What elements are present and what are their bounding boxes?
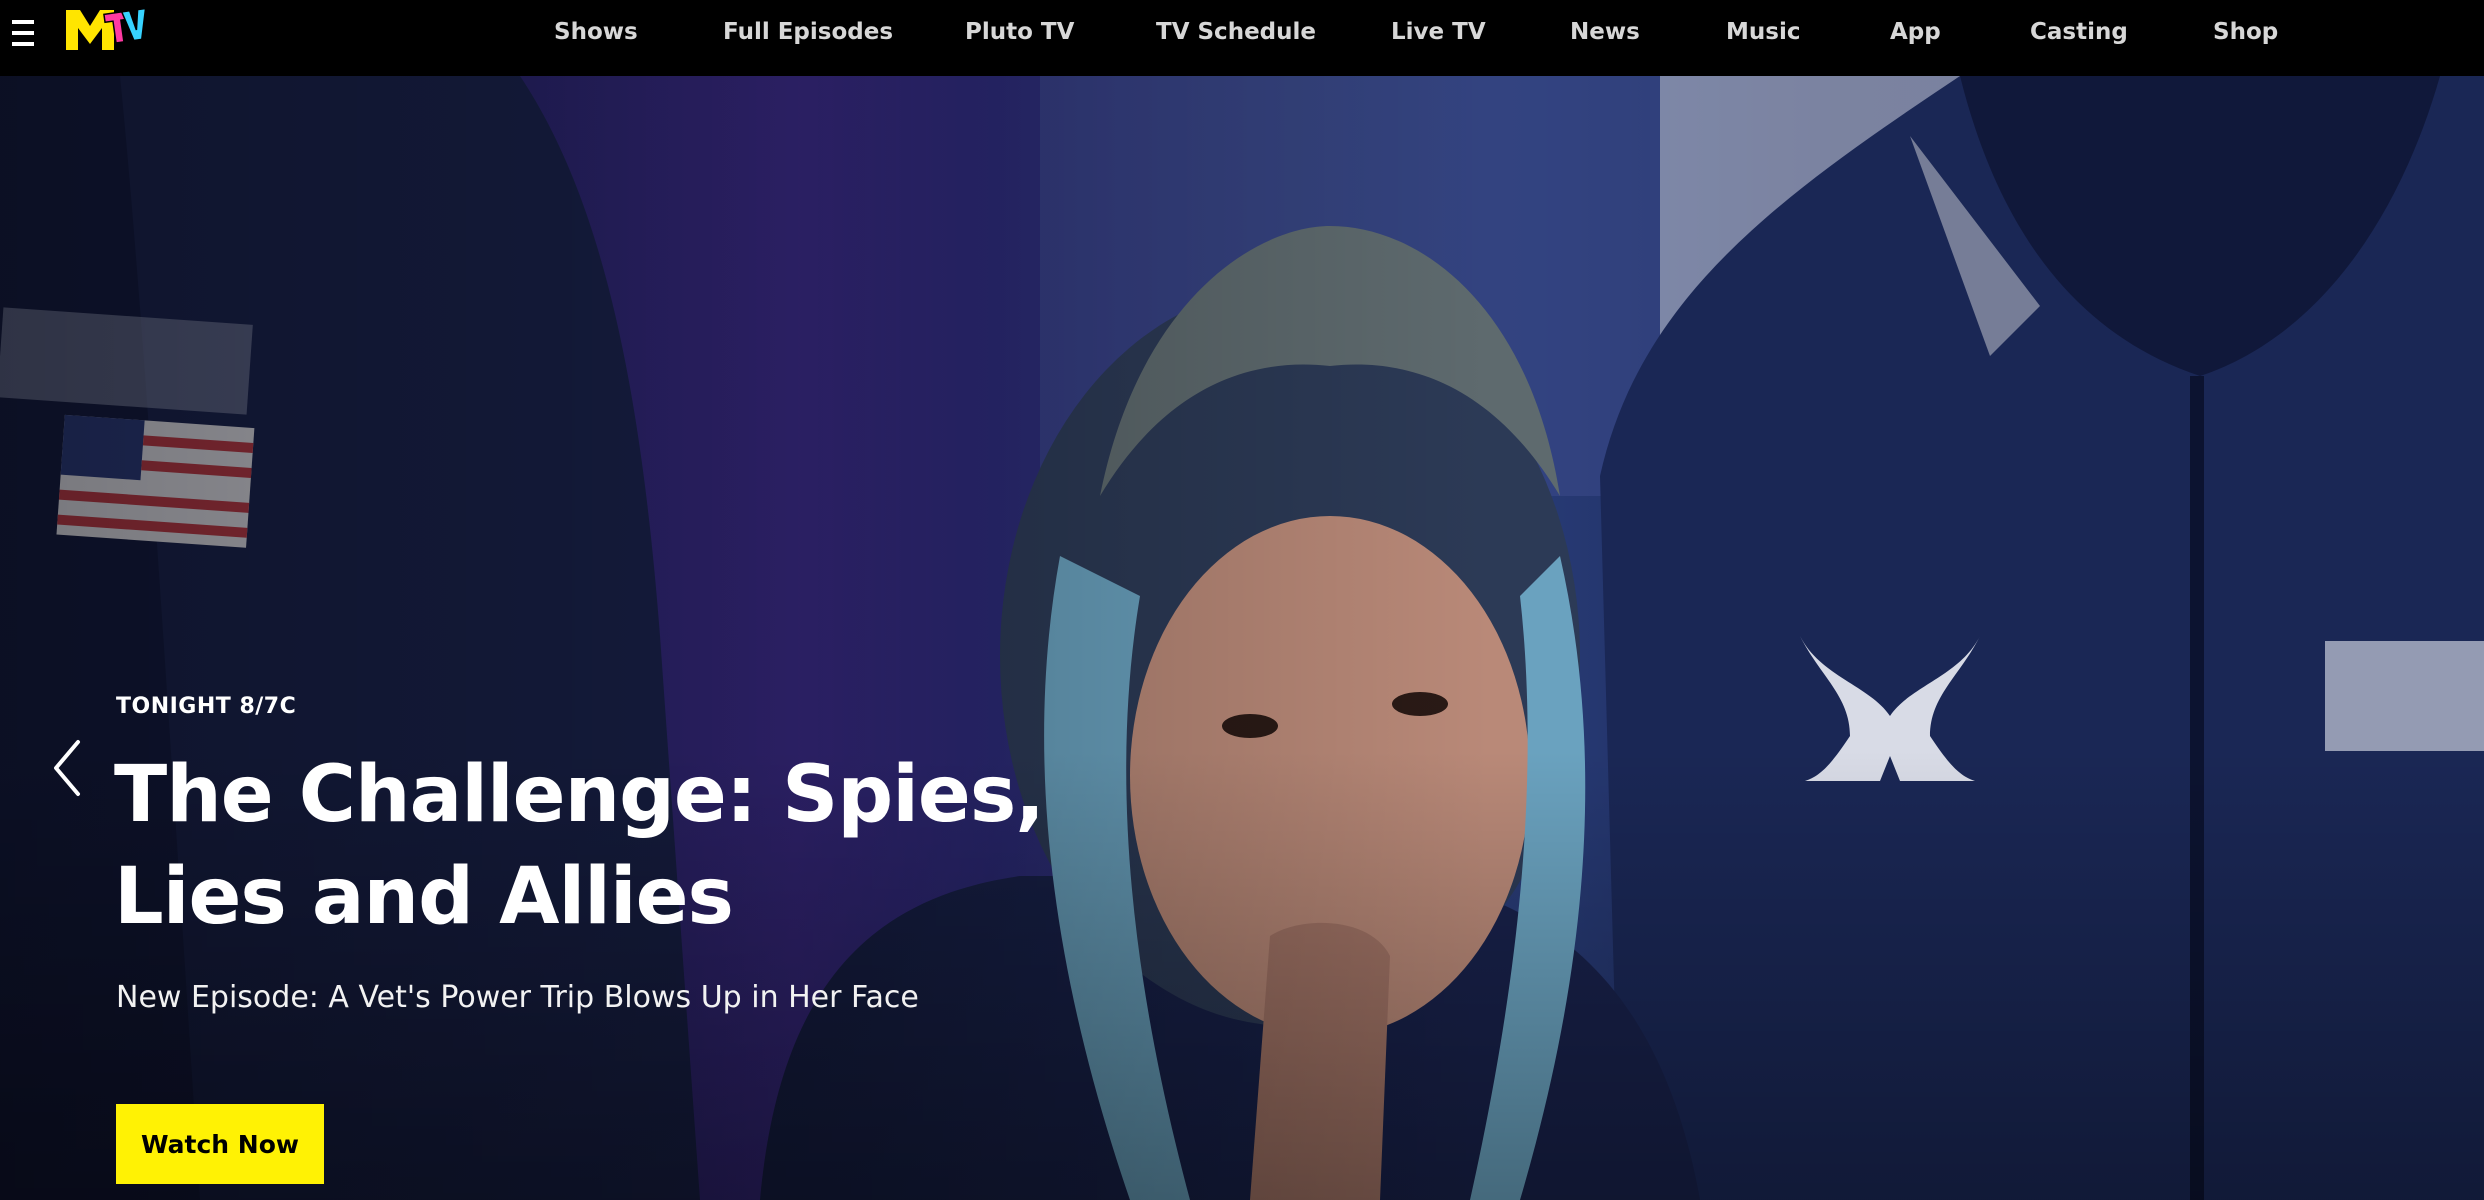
nav-item-music[interactable]: Music	[1726, 19, 1800, 45]
nav-item-casting[interactable]: Casting	[2030, 19, 2128, 45]
top-navigation-bar: Shows Full Episodes Pluto TV TV Schedule…	[0, 0, 2484, 76]
nav-item-shop[interactable]: Shop	[2213, 19, 2278, 45]
airtime-kicker: TONIGHT 8/7C	[116, 694, 297, 719]
nav-item-tv-schedule[interactable]: TV Schedule	[1156, 19, 1316, 45]
hero-gradient-overlay	[0, 76, 2484, 1200]
watch-now-button[interactable]: Watch Now	[116, 1104, 324, 1184]
nav-item-shows[interactable]: Shows	[554, 19, 638, 45]
hero-carousel: TONIGHT 8/7C The Challenge: Spies, Lies …	[0, 76, 2484, 1200]
nav-item-pluto-tv[interactable]: Pluto TV	[965, 19, 1074, 45]
main-nav: Shows Full Episodes Pluto TV TV Schedule…	[0, 0, 2484, 68]
nav-item-full-episodes[interactable]: Full Episodes	[723, 19, 893, 45]
hero-title: The Challenge: Spies, Lies and Allies	[114, 750, 1045, 942]
nav-item-live-tv[interactable]: Live TV	[1391, 19, 1486, 45]
nav-item-news[interactable]: News	[1570, 19, 1640, 45]
hero-subtitle: New Episode: A Vet's Power Trip Blows Up…	[116, 980, 919, 1015]
nav-item-app[interactable]: App	[1890, 19, 1941, 45]
chevron-left-icon[interactable]	[48, 736, 88, 800]
